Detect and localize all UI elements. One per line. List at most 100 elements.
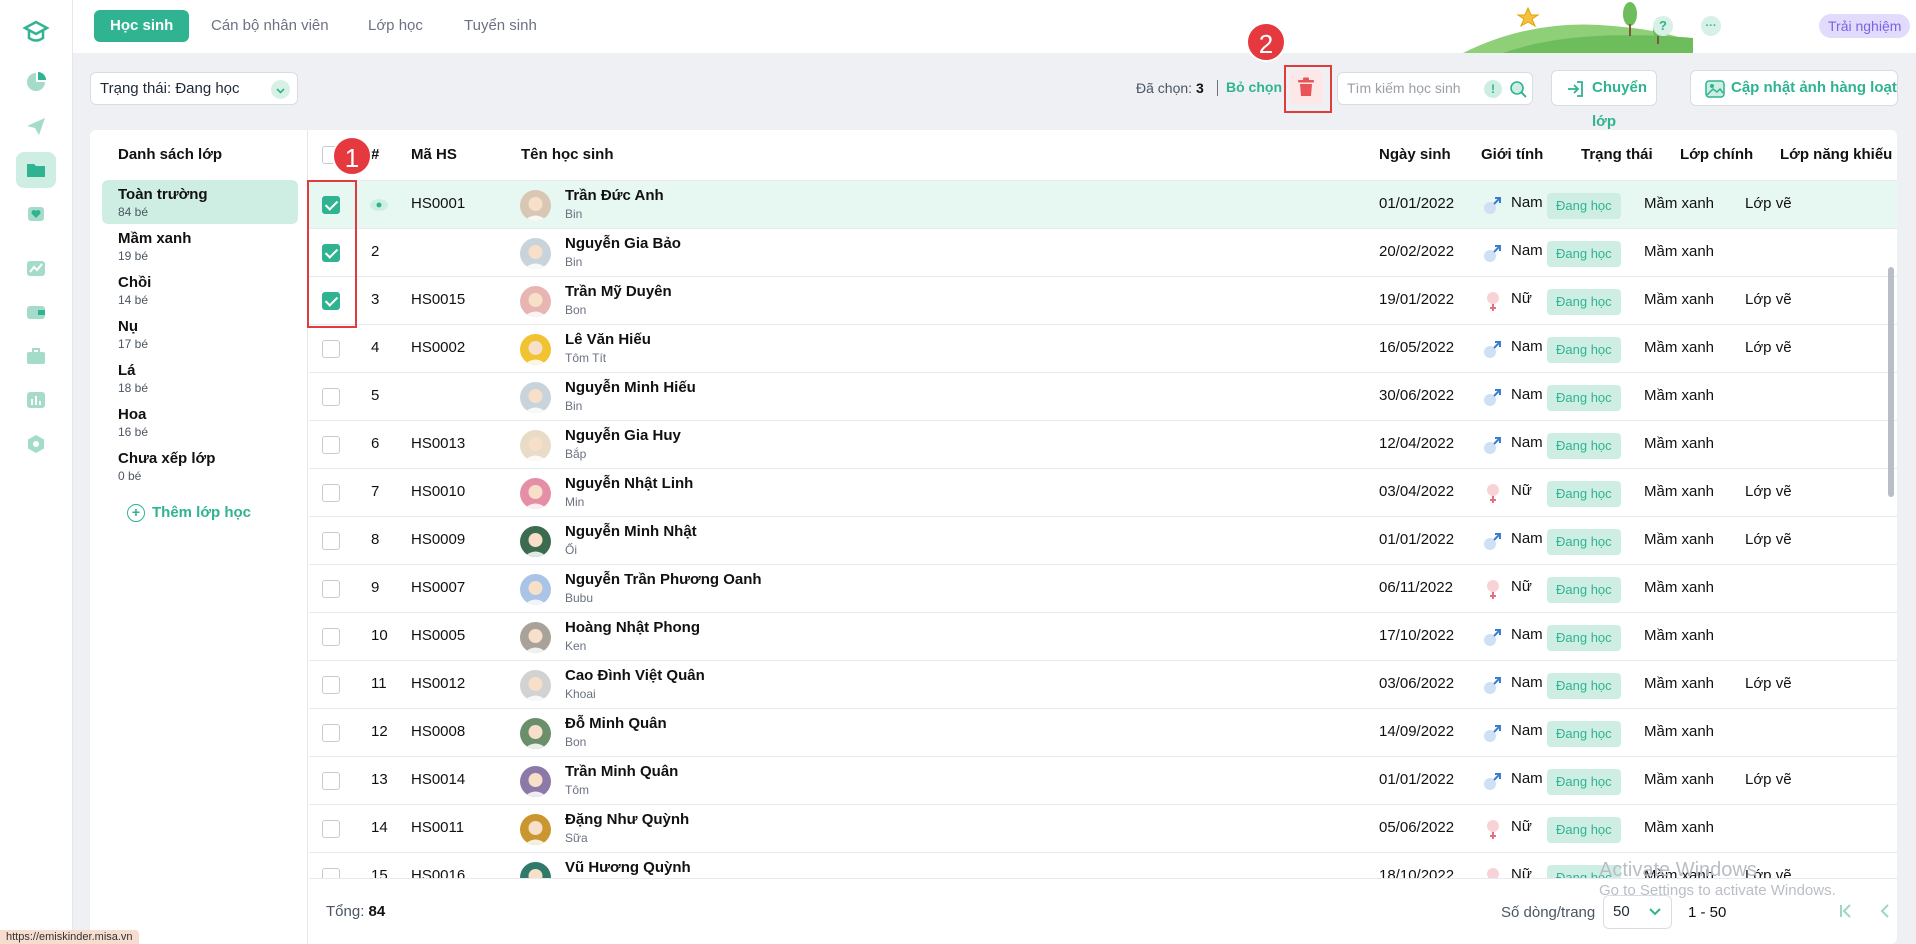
class-item-choi[interactable]: Chồi 14 bé — [102, 268, 298, 312]
tab-staff[interactable]: Cán bộ nhân viên — [195, 10, 345, 42]
row-checkbox[interactable] — [322, 580, 340, 598]
col-header-num: # — [371, 146, 380, 163]
tab-students[interactable]: Học sinh — [94, 10, 190, 42]
table-row[interactable]: 4 HS0002 Lê Văn Hiếu Tôm Tít 16/05/2022 Nam Đa… — [309, 324, 1897, 372]
search-icon[interactable] — [1509, 80, 1528, 99]
student-name[interactable]: Trần Mỹ Duyên — [565, 283, 672, 300]
student-name[interactable]: Nguyễn Minh Hiếu — [565, 379, 696, 396]
col-header-code[interactable]: Mã HS — [411, 146, 457, 163]
gender-text: Nam — [1511, 626, 1543, 643]
total-value: 84 — [368, 903, 386, 920]
app-logo-icon[interactable] — [16, 14, 56, 50]
health-icon[interactable] — [16, 196, 56, 232]
student-name[interactable]: Cao Đình Việt Quân — [565, 667, 705, 684]
gender-text: Nữ — [1511, 290, 1532, 307]
student-name[interactable]: Nguyễn Gia Huy — [565, 427, 681, 444]
student-name[interactable]: Đặng Như Quỳnh — [565, 811, 689, 828]
student-name[interactable]: Đỗ Minh Quân — [565, 715, 667, 732]
settings-icon[interactable] — [16, 426, 56, 462]
table-row[interactable]: 6 HS0013 Nguyễn Gia Huy Bắp 12/04/2022 Nam Đan… — [309, 420, 1897, 468]
row-checkbox[interactable] — [322, 484, 340, 502]
male-icon — [1482, 193, 1504, 217]
col-header-dob[interactable]: Ngày sinh — [1379, 146, 1451, 163]
first-page-icon[interactable] — [1836, 901, 1856, 921]
row-checkbox[interactable] — [322, 628, 340, 646]
table-row[interactable]: 10 HS0005 Hoàng Nhật Phong Ken 17/10/2022 Nam… — [309, 612, 1897, 660]
table-row[interactable]: 14 HS0011 Đặng Như Quỳnh Sữa 05/06/2022 Nữ Đan… — [309, 804, 1897, 852]
class-item-hoa[interactable]: Hoa 16 bé — [102, 400, 298, 444]
deselect-link[interactable]: Bỏ chọn — [1226, 79, 1282, 95]
birth-date: 06/11/2022 — [1379, 579, 1453, 596]
student-name[interactable]: Vũ Hương Quỳnh — [565, 859, 691, 876]
status-filter-select[interactable]: Trạng thái: Đang học — [90, 72, 298, 105]
table-row[interactable]: 12 HS0008 Đỗ Minh Quân Bon 14/09/2022 Nam Đang… — [309, 708, 1897, 756]
table-row[interactable]: 7 HS0010 Nguyễn Nhật Linh Min 03/04/2022 Nữ Đa… — [309, 468, 1897, 516]
transfer-class-button[interactable]: Chuyển lớp — [1551, 70, 1657, 130]
student-name[interactable]: Nguyễn Gia Bảo — [565, 235, 681, 252]
table-row[interactable]: 9 HS0007 Nguyễn Trần Phương Oanh Bubu 06/11/… — [309, 564, 1897, 612]
col-header-gender[interactable]: Giới tính — [1481, 146, 1543, 163]
student-name[interactable]: Nguyễn Minh Nhật — [565, 523, 697, 540]
class-item-mam-xanh[interactable]: Mầm xanh 19 bé — [102, 224, 298, 268]
prev-page-icon[interactable] — [1875, 901, 1895, 921]
class-item-unassigned[interactable]: Chưa xếp lớp 0 bé — [102, 444, 298, 488]
rows-per-page-select[interactable]: 50 — [1603, 895, 1672, 929]
vertical-scrollbar[interactable] — [1888, 267, 1894, 497]
main-class: Mầm xanh — [1644, 387, 1715, 404]
row-checkbox[interactable] — [322, 388, 340, 406]
col-header-talent-class[interactable]: Lớp năng khiếu — [1780, 146, 1892, 163]
table-row[interactable]: 13 HS0014 Trần Minh Quân Tôm 01/01/2022 Nam Đa… — [309, 756, 1897, 804]
eye-icon[interactable] — [369, 195, 389, 215]
help-icon[interactable]: ? — [1653, 16, 1673, 36]
add-class-button[interactable]: + Thêm lớp học — [127, 504, 251, 522]
col-header-name[interactable]: Tên học sinh — [521, 146, 614, 163]
class-item-la[interactable]: Lá 18 bé — [102, 356, 298, 400]
row-checkbox[interactable] — [322, 340, 340, 358]
male-icon — [1482, 721, 1504, 745]
class-item-nu[interactable]: Nụ 17 bé — [102, 312, 298, 356]
student-code: HS0011 — [411, 819, 465, 836]
student-avatar — [520, 718, 551, 749]
briefcase-icon[interactable] — [16, 338, 56, 374]
chart-icon[interactable] — [16, 250, 56, 286]
student-name[interactable]: Nguyễn Nhật Linh — [565, 475, 693, 492]
class-item-all[interactable]: Toàn trường 84 bé — [102, 180, 298, 224]
row-number: 7 — [371, 483, 380, 500]
student-name[interactable]: Hoàng Nhật Phong — [565, 619, 700, 636]
col-header-status[interactable]: Trạng thái — [1581, 146, 1653, 163]
row-checkbox[interactable] — [322, 772, 340, 790]
student-search-box[interactable]: ! — [1337, 72, 1533, 105]
col-header-main-class[interactable]: Lớp chính — [1680, 146, 1753, 163]
tab-classes[interactable]: Lớp học — [352, 10, 439, 42]
row-checkbox[interactable] — [322, 436, 340, 454]
student-name[interactable]: Trần Minh Quân — [565, 763, 678, 780]
row-checkbox[interactable] — [322, 532, 340, 550]
table-row[interactable]: 5 Nguyễn Minh Hiếu Bin 30/06/2022 Nam Đang họ… — [309, 372, 1897, 420]
student-name[interactable]: Lê Văn Hiếu — [565, 331, 651, 348]
row-checkbox[interactable] — [322, 820, 340, 838]
send-icon[interactable] — [16, 108, 56, 144]
row-checkbox[interactable] — [322, 724, 340, 742]
tab-enrollment[interactable]: Tuyển sinh — [448, 10, 553, 42]
row-checkbox[interactable] — [322, 676, 340, 694]
search-info-icon[interactable]: ! — [1484, 80, 1502, 98]
report-icon[interactable] — [16, 382, 56, 418]
table-row[interactable]: 3 HS0015 Trần Mỹ Duyên Bon 19/01/2022 Nữ Đang … — [309, 276, 1897, 324]
table-row[interactable]: HS0001 Trần Đức Anh Bin 01/01/2022 Nam Đang h… — [309, 180, 1897, 228]
row-checkbox[interactable] — [322, 868, 340, 878]
table-row[interactable]: 11 HS0012 Cao Đình Việt Quân Khoai 03/06/202… — [309, 660, 1897, 708]
table-row[interactable]: 2 Nguyễn Gia Bảo Bin 20/02/2022 Nam Đang học M… — [309, 228, 1897, 276]
table-row[interactable]: 8 HS0009 Nguyễn Minh Nhật Ối 01/01/2022 Nam Đa… — [309, 516, 1897, 564]
student-name[interactable]: Nguyễn Trần Phương Oanh — [565, 571, 762, 588]
birth-date: 05/06/2022 — [1379, 819, 1455, 836]
bulk-photo-update-button[interactable]: Cập nhật ảnh hàng loạt — [1690, 70, 1898, 106]
status-filter-value: Trạng thái: Đang học — [100, 80, 240, 97]
dashboard-pie-icon[interactable] — [16, 64, 56, 100]
student-name[interactable]: Trần Đức Anh — [565, 187, 664, 204]
more-icon[interactable]: ··· — [1701, 16, 1721, 36]
search-input[interactable] — [1347, 80, 1487, 96]
male-icon — [1482, 769, 1504, 793]
trial-badge[interactable]: Trải nghiệm — [1819, 14, 1911, 38]
wallet-icon[interactable] — [16, 294, 56, 330]
folder-icon[interactable] — [16, 152, 56, 188]
